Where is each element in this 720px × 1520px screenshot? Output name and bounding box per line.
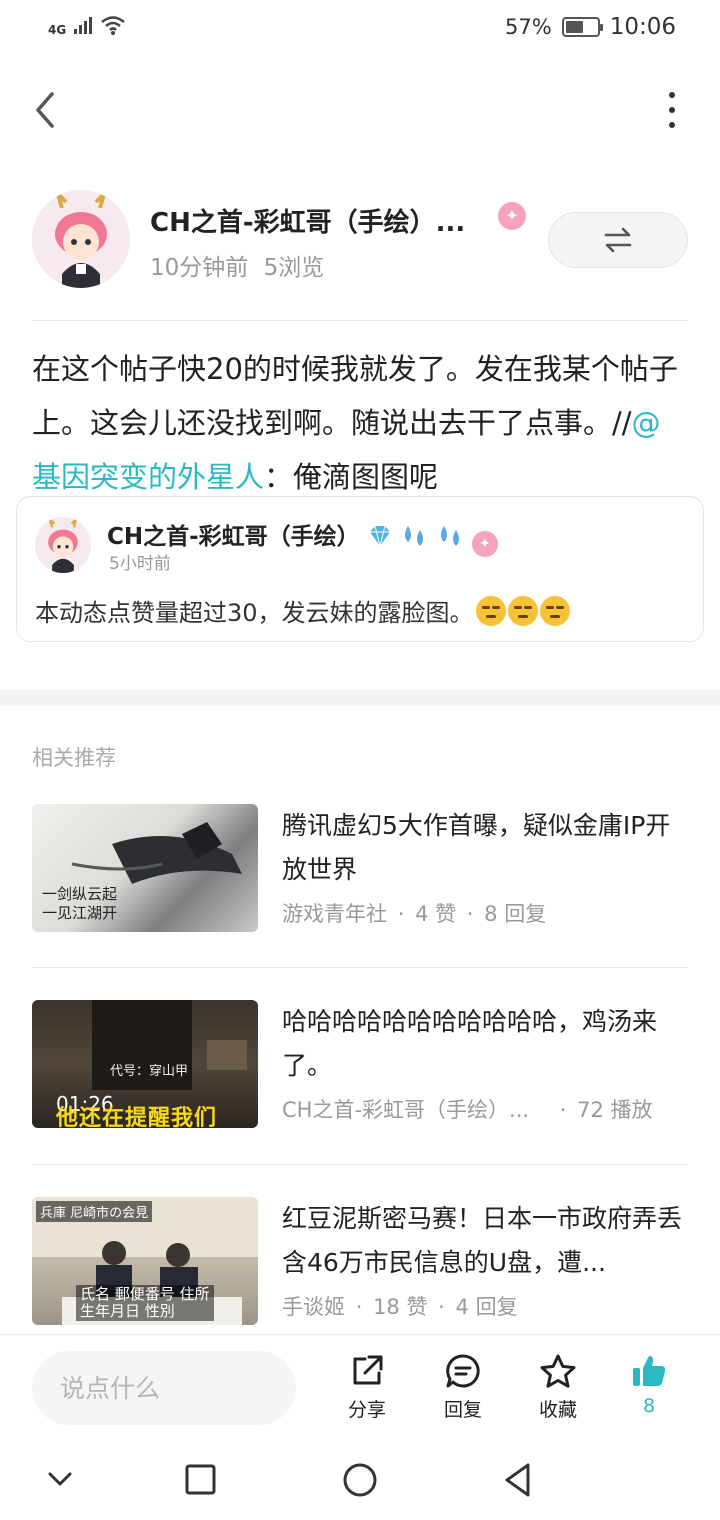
divider: [32, 1164, 688, 1165]
avatar[interactable]: [32, 190, 130, 288]
signal-icon: [74, 17, 93, 34]
repost-button[interactable]: [548, 212, 688, 268]
quoted-text: 本动态点赞量超过30，发云妹的露脸图。: [35, 593, 570, 628]
divider: [32, 320, 688, 321]
related-meta: 游戏青年社 · 4 赞 · 8 回复: [282, 902, 547, 926]
view-count: 5浏览: [263, 255, 325, 281]
status-right: 57% 10:06: [505, 14, 676, 40]
smirk-emoji-icon: [475, 596, 506, 626]
author-meta: 10分钟前 5浏览: [150, 248, 324, 282]
smirk-emoji-icon: [539, 596, 570, 626]
sweat-drops-icon: [440, 526, 459, 546]
svg-text:一见江湖开: 一见江湖开: [42, 904, 117, 922]
status-left: 4G: [48, 14, 126, 36]
more-vertical-icon: [669, 92, 675, 98]
system-nav-bar: [0, 1440, 720, 1520]
related-meta: CH之首-彩虹哥（手绘）... · 72 播放: [282, 1094, 688, 1124]
comment-input[interactable]: [32, 1351, 296, 1425]
comment-icon: [446, 1354, 480, 1388]
thumbnail-subtitle-line: 生年月日 性別: [80, 1302, 175, 1320]
triangle-back-icon: [505, 1463, 530, 1497]
network-label: 4G: [48, 23, 67, 37]
quoted-post-card[interactable]: CH之首-彩虹哥（手绘） ✦ 5小时前 本动态点赞量超过30，发云妹的露脸图。: [16, 496, 704, 642]
related-thumbnail: 兵庫 尼崎市の会見 氏名 郵便番号 住所 生年月日 性別: [32, 1197, 258, 1325]
svg-text:一剑纵云起: 一剑纵云起: [42, 885, 117, 903]
diamond-icon: [369, 525, 390, 547]
related-thumbnail: 一剑纵云起 一见江湖开: [32, 804, 258, 932]
swap-arrows-icon: [604, 227, 632, 253]
video-caption: 他还在提醒我们: [56, 1106, 218, 1128]
related-source: 手谈姬: [282, 1295, 345, 1319]
author-name[interactable]: CH之首-彩虹哥（手绘）...: [150, 202, 480, 239]
like-count: 8: [642, 1395, 656, 1417]
related-thumbnail: 代号：穿山甲 01:26 他还在提醒我们: [32, 1000, 258, 1128]
post-time: 10分钟前: [150, 255, 249, 281]
related-title[interactable]: 红豆泥斯密马赛！日本一市政府弄丢含46万市民信息的U盘，遭...: [282, 1197, 688, 1285]
smirk-emoji-icon: [507, 596, 538, 626]
reply-label: 回复: [443, 1399, 482, 1421]
circle-icon: [343, 1463, 377, 1497]
battery-fill: [565, 21, 583, 33]
section-divider: [0, 690, 720, 706]
avatar-image: [35, 517, 91, 573]
more-button[interactable]: [662, 92, 682, 128]
thumbs-up-icon: [633, 1356, 666, 1386]
badge-icon: ✦: [471, 531, 498, 557]
reply-button[interactable]: 回复: [428, 1353, 498, 1422]
divider: [32, 967, 688, 968]
square-icon: [185, 1464, 216, 1495]
avatar-image: [32, 190, 130, 288]
post-text: 在这个帖子快20的时候我就发了。发在我某个帖子上。这会儿还没找到啊。随说出去干了…: [32, 352, 678, 440]
quoted-text-body: 本动态点赞量超过30，发云妹的露脸图。: [35, 599, 474, 627]
related-meta: 手谈姬 · 18 赞 · 4 回复: [282, 1295, 518, 1319]
chevron-down-icon: [48, 1472, 72, 1486]
post-body: 在这个帖子快20的时候我就发了。发在我某个帖子上。这会儿还没找到啊。随说出去干了…: [32, 342, 688, 504]
like-button[interactable]: 8: [614, 1353, 684, 1417]
favorite-button[interactable]: 收藏: [523, 1353, 593, 1422]
thumbnail-subtitle: 氏名 郵便番号 住所 生年月日 性別: [76, 1285, 214, 1321]
status-bar: 4G 57% 10:06: [0, 0, 720, 56]
related-replies: 8 回复: [484, 902, 547, 926]
nav-back-button[interactable]: [498, 1458, 542, 1502]
related-section-title: 相关推荐: [32, 746, 116, 770]
star-icon: [540, 1354, 576, 1388]
related-item[interactable]: 兵庫 尼崎市の会見 氏名 郵便番号 住所 生年月日 性別 红豆泥斯密马赛！日本一…: [32, 1197, 688, 1327]
thumbnail-tag: 兵庫 尼崎市の会見: [36, 1201, 153, 1222]
related-source: CH之首-彩虹哥（手绘）...: [282, 1098, 530, 1122]
share-button[interactable]: 分享: [332, 1353, 402, 1422]
nav-hide-button[interactable]: [38, 1458, 82, 1502]
sweat-drops-icon: [404, 526, 423, 546]
thumbnail-subtitle-line: 氏名 郵便番号 住所: [80, 1285, 210, 1303]
chevron-left-icon: [36, 92, 54, 128]
quoted-avatar[interactable]: [35, 517, 91, 573]
quoted-name-text: CH之首-彩虹哥（手绘）: [107, 524, 360, 550]
related-source: 游戏青年社: [282, 902, 387, 926]
related-title[interactable]: 哈哈哈哈哈哈哈哈哈哈哈，鸡汤来了。: [282, 1000, 688, 1088]
bottom-action-bar: 分享 回复 收藏 8: [0, 1334, 720, 1438]
related-likes: 18 赞: [373, 1295, 428, 1319]
thumbnail-overlay: 代号：穿山甲: [110, 1064, 189, 1079]
post-text-tail: ：俺滴图图呢: [264, 460, 439, 494]
badge-icon: ✦: [498, 202, 526, 230]
author-header: CH之首-彩虹哥（手绘）... ✦ 10分钟前 5浏览: [32, 190, 688, 290]
nav-recents-button[interactable]: [178, 1458, 222, 1502]
clock: 10:06: [609, 14, 676, 40]
related-plays: 72 播放: [577, 1098, 653, 1122]
top-bar: [0, 80, 720, 140]
related-item[interactable]: 一剑纵云起 一见江湖开 腾讯虚幻5大作首曝，疑似金庸IP开放世界 游戏青年社 ·…: [32, 804, 688, 934]
related-replies: 4 回复: [455, 1295, 518, 1319]
back-button[interactable]: [28, 88, 68, 132]
favorite-label: 收藏: [538, 1399, 577, 1421]
wifi-icon: [101, 16, 125, 35]
share-label: 分享: [347, 1399, 386, 1421]
related-title[interactable]: 腾讯虚幻5大作首曝，疑似金庸IP开放世界: [282, 804, 688, 892]
related-item[interactable]: 代号：穿山甲 01:26 他还在提醒我们 哈哈哈哈哈哈哈哈哈哈哈，鸡汤来了。 C…: [32, 1000, 688, 1130]
battery-percent: 57%: [505, 15, 552, 39]
related-likes: 4 赞: [415, 902, 457, 926]
share-icon: [353, 1355, 383, 1385]
nav-home-button[interactable]: [338, 1458, 382, 1502]
battery-icon: [561, 17, 603, 37]
thumbnail-image: 一剑纵云起 一见江湖开: [42, 822, 242, 922]
quoted-time: 5小时前: [109, 554, 171, 574]
